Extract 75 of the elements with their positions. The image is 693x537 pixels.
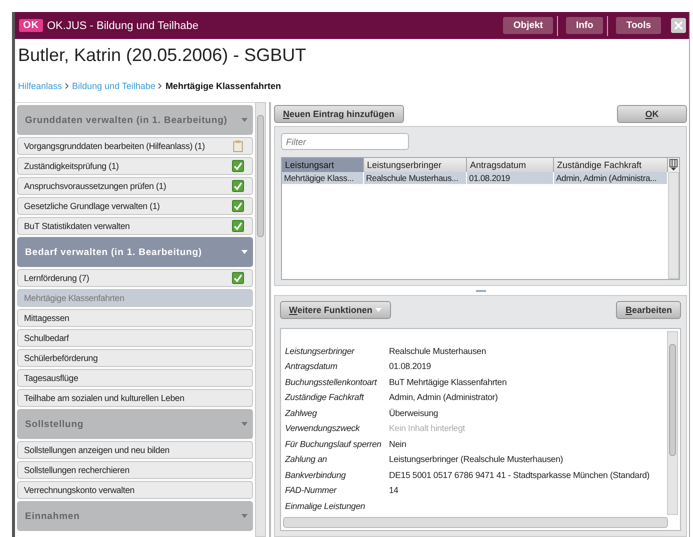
field-value: Realschule Musterhausen xyxy=(389,346,487,356)
ok-button[interactable]: OK xyxy=(617,105,687,123)
field-label: Verwendungszweck xyxy=(285,423,361,434)
table-cell: Mehrtägige Klass... xyxy=(282,172,364,184)
field-value: BuT Mehrtägige Klassenfahrten xyxy=(389,376,508,387)
chevron-icon xyxy=(158,83,162,89)
column-header[interactable]: Leistungsart xyxy=(282,158,364,172)
field-label: Bankverbindung xyxy=(285,470,347,480)
sidebar-item[interactable]: Anspruchsvoraussetzungen prüfen (1) xyxy=(17,177,253,195)
filter-field[interactable]: Filter xyxy=(281,133,409,150)
column-header[interactable]: Antragsdatum xyxy=(467,158,554,172)
menu-button[interactable]: Tools xyxy=(616,17,661,34)
field-label: Leistungserbringer xyxy=(285,346,356,356)
field-label: Einmalige Leistungen xyxy=(285,500,366,511)
checkmark-icon xyxy=(232,200,244,212)
add-entry-button[interactable]: Neuen Eintrag hinzufügen xyxy=(274,105,404,123)
caret-icon xyxy=(375,308,382,312)
app-logo: OK xyxy=(19,19,43,32)
sidebar-item[interactable]: Sollstellungen recherchieren xyxy=(17,461,253,479)
chevron-icon xyxy=(65,83,70,89)
column-header[interactable]: Leistungserbringer xyxy=(364,158,467,172)
checkmark-icon xyxy=(232,272,244,284)
scrollbar[interactable] xyxy=(255,102,266,537)
sidebar-item[interactable]: Schulbedarf xyxy=(17,329,253,347)
table-cell: 01.08.2019 xyxy=(467,172,554,184)
sidebar-item[interactable]: Tagesausflüge xyxy=(17,369,253,387)
field-label: Zahlung an xyxy=(285,454,328,464)
window-title: OK.JUS - Bildung und Teilhabe xyxy=(47,20,200,32)
field-value: 01.08.2019 xyxy=(389,361,432,372)
sidebar-item[interactable]: Vorgangsgrunddaten bearbeiten (Hilfeanlass) (1) xyxy=(17,137,253,155)
field-value: Leistungserbringer (Realschule Musterhausen) xyxy=(389,454,564,464)
column-chooser-icon[interactable] xyxy=(668,158,679,172)
sidebar-item[interactable]: Verrechnungskonto verwalten xyxy=(17,481,253,499)
sidebar-item[interactable]: Zuständigkeitsprüfung (1) xyxy=(17,157,253,175)
clipboard-icon xyxy=(232,140,244,152)
sidebar-item[interactable]: Teilhabe am sozialen und kulturellen Leben xyxy=(17,389,253,407)
sidebar-item[interactable]: Gesetzliche Grundlage verwalten (1) xyxy=(17,197,253,215)
more-functions-button[interactable]: Weitere Funktionen xyxy=(280,301,392,319)
edit-button[interactable]: Bearbeiten xyxy=(616,301,681,319)
field-label: Antragsdatum xyxy=(285,361,338,372)
scrollbar[interactable] xyxy=(667,331,678,515)
field-value: Kein Inhalt hinterlegt xyxy=(389,423,466,434)
table-row[interactable]: Mehrtägige Klass... Realschule Musterhaus... 01.08.2019 Admin, Admin (Administra... xyxy=(282,172,668,184)
close-icon xyxy=(674,21,683,30)
table-cell: Realschule Musterhaus... xyxy=(364,172,467,184)
field-label: Buchungsstellenkontoart xyxy=(285,376,378,387)
sidebar-item[interactable]: BuT Statistikdaten verwalten xyxy=(17,217,253,235)
checkmark-icon xyxy=(232,220,244,232)
sidebar-item[interactable]: Mittagessen xyxy=(17,309,253,327)
field-value: 14 xyxy=(389,485,400,496)
field-label: Zahlweg xyxy=(285,408,318,418)
field-label: FAD-Nummer xyxy=(285,485,338,496)
page-title: Butler, Katrin (20.05.2006) - SGBUT xyxy=(17,44,308,67)
sidebar-item[interactable]: Lernförderung (7) xyxy=(17,269,253,287)
field-value: Überweisung xyxy=(389,408,440,418)
sidebar-item[interactable]: Schülerbeförderung xyxy=(17,349,253,367)
field-label: Zuständige Fachkraft xyxy=(285,392,365,402)
field-value: Admin, Admin (Administrator) xyxy=(389,392,499,402)
sidebar-item[interactable]: Sollstellungen anzeigen und neu bilden xyxy=(17,441,253,459)
menu-button[interactable]: Objekt xyxy=(503,17,553,34)
scrollbar[interactable] xyxy=(668,172,679,279)
field-label: Für Buchungslauf sperren xyxy=(285,438,382,449)
breadcrumb-current: Mehrtägige Klassenfahrten xyxy=(165,81,281,91)
menu-button[interactable]: Info xyxy=(566,17,604,34)
close-button[interactable] xyxy=(671,18,686,33)
field-value: DE15 5001 0517 6786 9471 41 - Stadtsparkasse München (Standard) xyxy=(389,470,651,480)
caret-icon xyxy=(241,514,248,518)
column-header[interactable]: Zuständige Fachkraft xyxy=(554,158,668,172)
caret-icon xyxy=(241,422,248,426)
checkmark-icon xyxy=(232,180,244,192)
checkmark-icon xyxy=(232,160,244,172)
caret-icon xyxy=(241,118,248,122)
caret-icon xyxy=(241,250,248,254)
horizontal-scrollbar[interactable] xyxy=(283,517,668,528)
field-value: Nein xyxy=(389,438,408,449)
